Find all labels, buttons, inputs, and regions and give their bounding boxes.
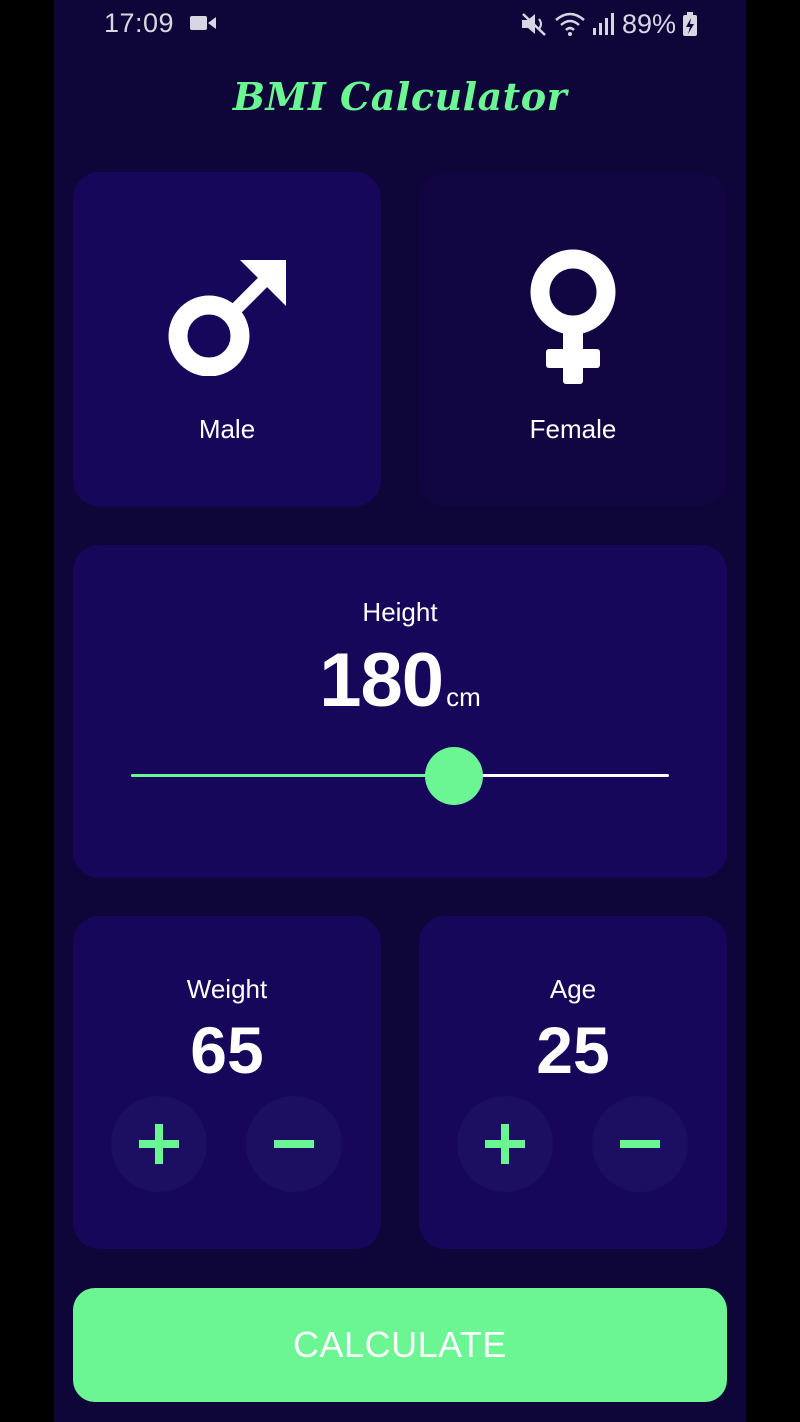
- age-card: Age 25: [419, 916, 727, 1249]
- slider-thumb[interactable]: [424, 747, 483, 805]
- weight-card: Weight 65: [73, 916, 381, 1249]
- app-title: BMI Calculator: [232, 74, 568, 119]
- age-value: 25: [536, 1013, 610, 1087]
- age-decrease-button[interactable]: [592, 1096, 688, 1192]
- plus-icon: [139, 1124, 179, 1164]
- plus-icon: [485, 1124, 525, 1164]
- mute-icon: [521, 13, 546, 36]
- height-readout: 180 cm: [73, 637, 727, 724]
- status-time: 17:09: [104, 8, 175, 38]
- app-screen: 17:09 89% BMI Calculator Male Female Hei…: [54, 0, 746, 1422]
- weight-value: 65: [190, 1013, 264, 1087]
- male-symbol-icon: [168, 260, 286, 376]
- gender-card-male[interactable]: Male: [73, 172, 381, 506]
- age-increase-button[interactable]: [457, 1096, 553, 1192]
- height-unit: cm: [446, 682, 481, 712]
- height-value: 180: [319, 638, 444, 723]
- height-label: Height: [362, 597, 438, 627]
- female-symbol-icon: [530, 249, 616, 384]
- minus-icon: [620, 1140, 660, 1148]
- signal-icon: [592, 13, 614, 35]
- status-icons: 89%: [520, 6, 698, 42]
- video-icon: [190, 16, 216, 30]
- age-label: Age: [549, 974, 597, 1004]
- status-bar: 17:09 89%: [54, 0, 746, 48]
- minus-icon: [274, 1140, 314, 1148]
- battery-charging-icon: [683, 12, 697, 36]
- slider-active-track[interactable]: [131, 774, 454, 777]
- battery-percent: 89%: [621, 8, 676, 39]
- calculate-button[interactable]: CALCULATE: [73, 1288, 727, 1402]
- gender-card-female[interactable]: Female: [419, 172, 727, 506]
- height-card: Height 180 cm: [73, 545, 727, 878]
- weight-increase-button[interactable]: [111, 1096, 207, 1192]
- weight-decrease-button[interactable]: [246, 1096, 342, 1192]
- gender-label-female: Female: [529, 414, 617, 444]
- weight-label: Weight: [186, 974, 268, 1004]
- wifi-icon: [555, 12, 585, 36]
- height-slider[interactable]: [131, 746, 669, 806]
- gender-label-male: Male: [198, 414, 256, 444]
